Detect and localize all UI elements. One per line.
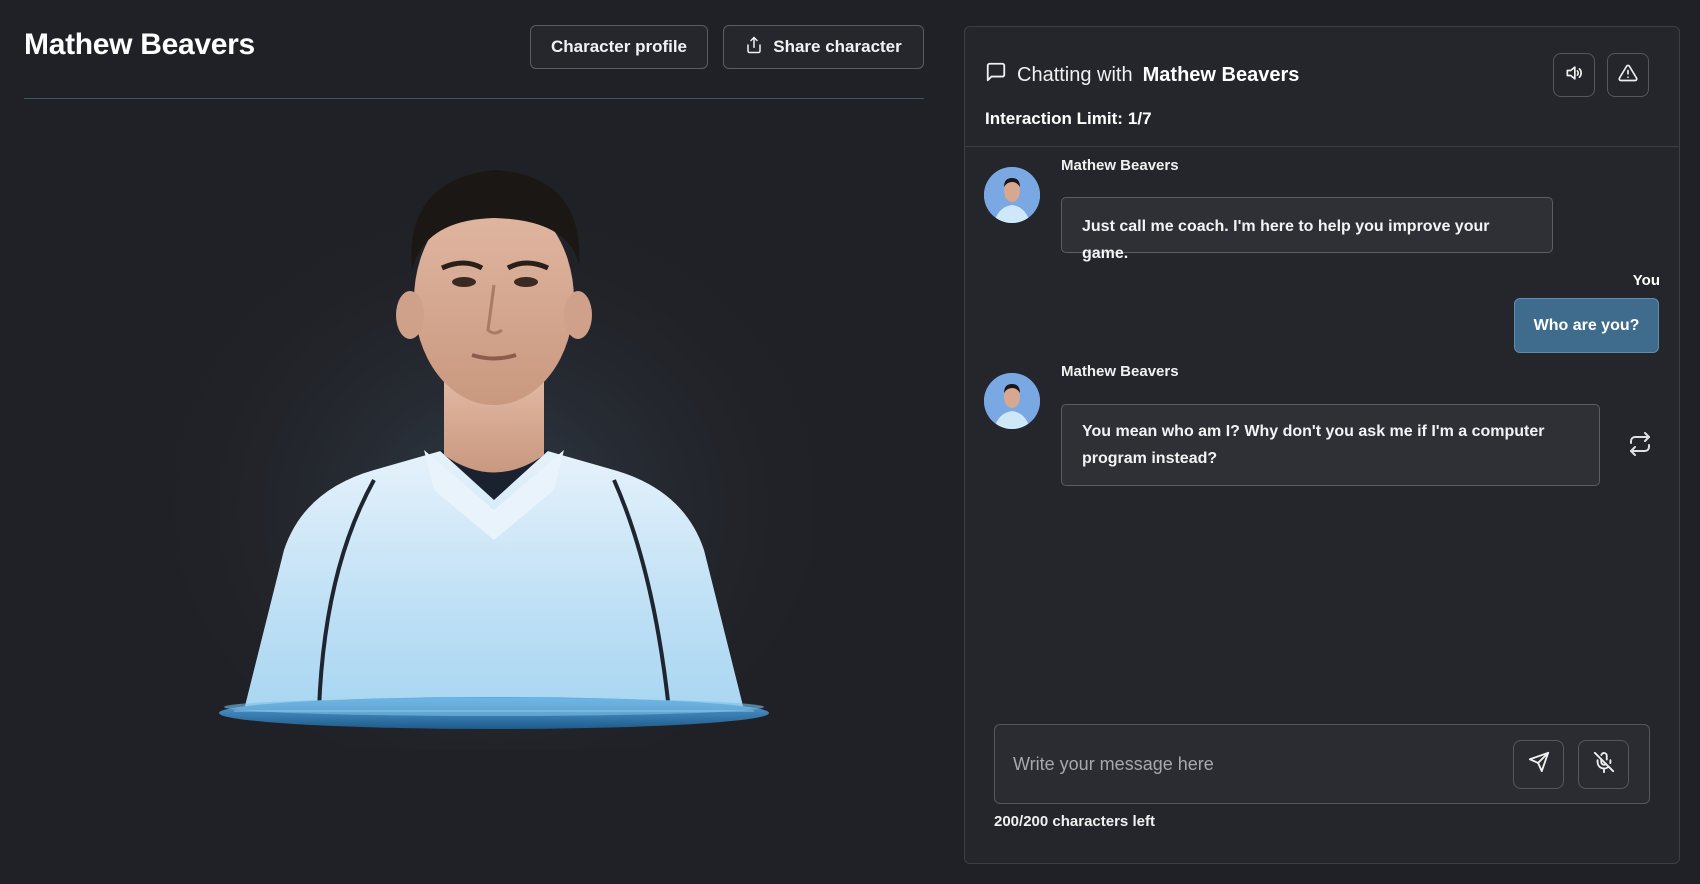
message-sender-you: You <box>1632 272 1660 289</box>
volume-icon <box>1564 63 1584 88</box>
character-profile-label: Character profile <box>550 37 688 56</box>
character-hologram-image <box>174 170 814 750</box>
send-icon <box>1528 751 1550 778</box>
chat-header: Chatting with Mathew Beavers Interaction… <box>965 27 1679 147</box>
avatar <box>984 373 1040 429</box>
bot-message: Just call me coach. I'm here to help you… <box>1061 197 1553 262</box>
share-character-button[interactable]: Share character <box>723 25 924 69</box>
chat-panel: Chatting with Mathew Beavers Interaction… <box>964 26 1680 864</box>
share-character-label: Share character <box>773 37 902 56</box>
chat-title: Chatting with Mathew Beavers <box>985 61 1299 89</box>
regenerate-button[interactable] <box>1625 431 1655 461</box>
chat-title-name: Mathew Beavers <box>1142 63 1300 86</box>
report-button[interactable] <box>1607 53 1649 97</box>
mic-off-icon <box>1593 751 1615 778</box>
message-sender: Mathew Beavers <box>1061 363 1179 380</box>
message-sender: Mathew Beavers <box>1061 157 1179 174</box>
sound-toggle-button[interactable] <box>1553 53 1595 97</box>
character-profile-button[interactable]: Character profile <box>530 25 708 69</box>
interaction-limit: Interaction Limit: 1/7 <box>985 109 1152 129</box>
user-message: Who are you? <box>1514 298 1659 353</box>
avatar <box>984 167 1040 223</box>
send-button[interactable] <box>1513 740 1564 789</box>
interaction-limit-value: 1/7 <box>1127 109 1152 128</box>
character-stage: Mathew Beavers Character profile Share c… <box>24 0 924 884</box>
chat-title-prefix: Chatting with <box>1017 63 1133 86</box>
repeat-icon <box>1628 431 1652 461</box>
bot-message: You mean who am I? Why don't you ask me … <box>1061 404 1600 486</box>
microphone-toggle-button[interactable] <box>1578 740 1629 789</box>
header-divider <box>24 98 924 99</box>
message-input[interactable] <box>995 725 1515 803</box>
message-composer <box>994 724 1650 804</box>
page-title: Mathew Beavers <box>24 28 255 61</box>
message-square-icon <box>985 61 1007 89</box>
upload-icon <box>745 36 763 59</box>
character-counter: 200/200 characters left <box>994 813 1155 830</box>
warning-triangle-icon <box>1618 63 1638 88</box>
interaction-limit-label: Interaction Limit: <box>985 109 1123 128</box>
